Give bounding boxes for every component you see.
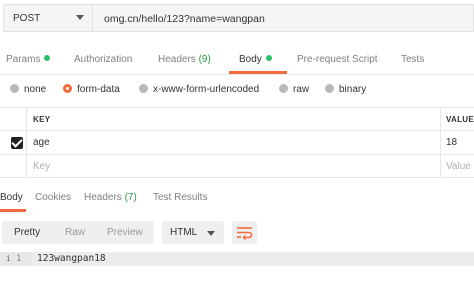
body-type-options: none form-data x-www-form-urlencoded raw… xyxy=(0,80,474,102)
radio-circle-icon xyxy=(10,84,19,93)
url-input[interactable]: omg.cn/hello/123?name=wangpan xyxy=(92,4,474,32)
table-row-new: Key Value xyxy=(0,154,474,178)
chevron-down-icon xyxy=(207,231,215,236)
radio-binary[interactable]: binary xyxy=(325,84,366,95)
table-header-row: KEY VALUE xyxy=(0,107,474,130)
chevron-down-icon xyxy=(76,15,84,20)
row-enabled-checkbox[interactable] xyxy=(11,137,23,149)
radio-circle-icon xyxy=(139,84,148,93)
url-value: omg.cn/hello/123?name=wangpan xyxy=(104,13,265,25)
radio-selected-icon xyxy=(63,84,72,93)
response-body-editor[interactable]: i 1 123wangpan18 xyxy=(0,252,474,281)
radio-circle-icon xyxy=(325,84,334,93)
tab-tests[interactable]: Tests xyxy=(401,54,424,65)
tab-body[interactable]: Body xyxy=(239,54,272,65)
request-bar: POST omg.cn/hello/123?name=wangpan xyxy=(0,0,474,37)
method-select[interactable]: POST xyxy=(3,4,92,32)
wrap-lines-button[interactable] xyxy=(232,221,257,244)
preview-button[interactable]: Preview xyxy=(107,227,143,238)
code-line: 123wangpan18 xyxy=(32,252,474,266)
pretty-button[interactable]: Pretty xyxy=(14,227,40,238)
info-icon: i xyxy=(6,254,11,263)
response-tab-headers[interactable]: Headers (7) xyxy=(84,192,137,203)
format-select[interactable]: HTML xyxy=(162,221,224,244)
new-key-input[interactable]: Key xyxy=(33,161,50,172)
tab-authorization[interactable]: Authorization xyxy=(74,54,132,65)
response-toolbar: Pretty Raw Preview HTML xyxy=(0,219,474,247)
body-indicator-dot xyxy=(265,55,272,61)
response-headers-count: (7) xyxy=(124,192,137,203)
response-tab-test-results[interactable]: Test Results xyxy=(153,192,207,203)
response-tab-body[interactable]: Body xyxy=(0,192,23,203)
params-indicator-dot xyxy=(44,55,51,61)
radio-form-data[interactable]: form-data xyxy=(63,84,120,95)
line-gutter: i 1 xyxy=(0,252,32,266)
line-number: 1 xyxy=(16,254,22,264)
response-text: 123wangpan18 xyxy=(37,253,106,264)
column-header-value: VALUE xyxy=(446,115,474,124)
view-mode-group: Pretty Raw Preview xyxy=(2,221,154,244)
key-cell[interactable]: age xyxy=(33,137,50,148)
tab-pre-request-script[interactable]: Pre-request Script xyxy=(297,54,378,65)
column-header-key: KEY xyxy=(33,115,51,124)
response-tab-cookies[interactable]: Cookies xyxy=(35,192,71,203)
request-tabs: Params Authorization Headers (9) Body Pr… xyxy=(0,47,474,75)
radio-raw[interactable]: raw xyxy=(279,84,309,95)
tab-params[interactable]: Params xyxy=(6,54,51,65)
table-row: age 18 xyxy=(0,130,474,154)
tab-headers[interactable]: Headers (9) xyxy=(158,54,211,65)
headers-count: (9) xyxy=(198,54,211,65)
radio-none[interactable]: none xyxy=(10,84,46,95)
form-data-table: KEY VALUE age 18 Key Value xyxy=(0,107,474,181)
format-label: HTML xyxy=(170,227,198,238)
response-tabs: Body Cookies Headers (7) Test Results xyxy=(0,188,474,212)
active-tab-underline xyxy=(229,71,287,74)
radio-x-www-form-urlencoded[interactable]: x-www-form-urlencoded xyxy=(139,84,259,95)
raw-button[interactable]: Raw xyxy=(65,227,85,238)
response-active-tab-underline xyxy=(0,209,26,212)
method-label: POST xyxy=(13,13,41,24)
value-cell[interactable]: 18 xyxy=(446,137,457,148)
radio-circle-icon xyxy=(279,84,288,93)
new-value-input[interactable]: Value xyxy=(446,161,471,172)
wrap-lines-icon xyxy=(237,227,253,240)
